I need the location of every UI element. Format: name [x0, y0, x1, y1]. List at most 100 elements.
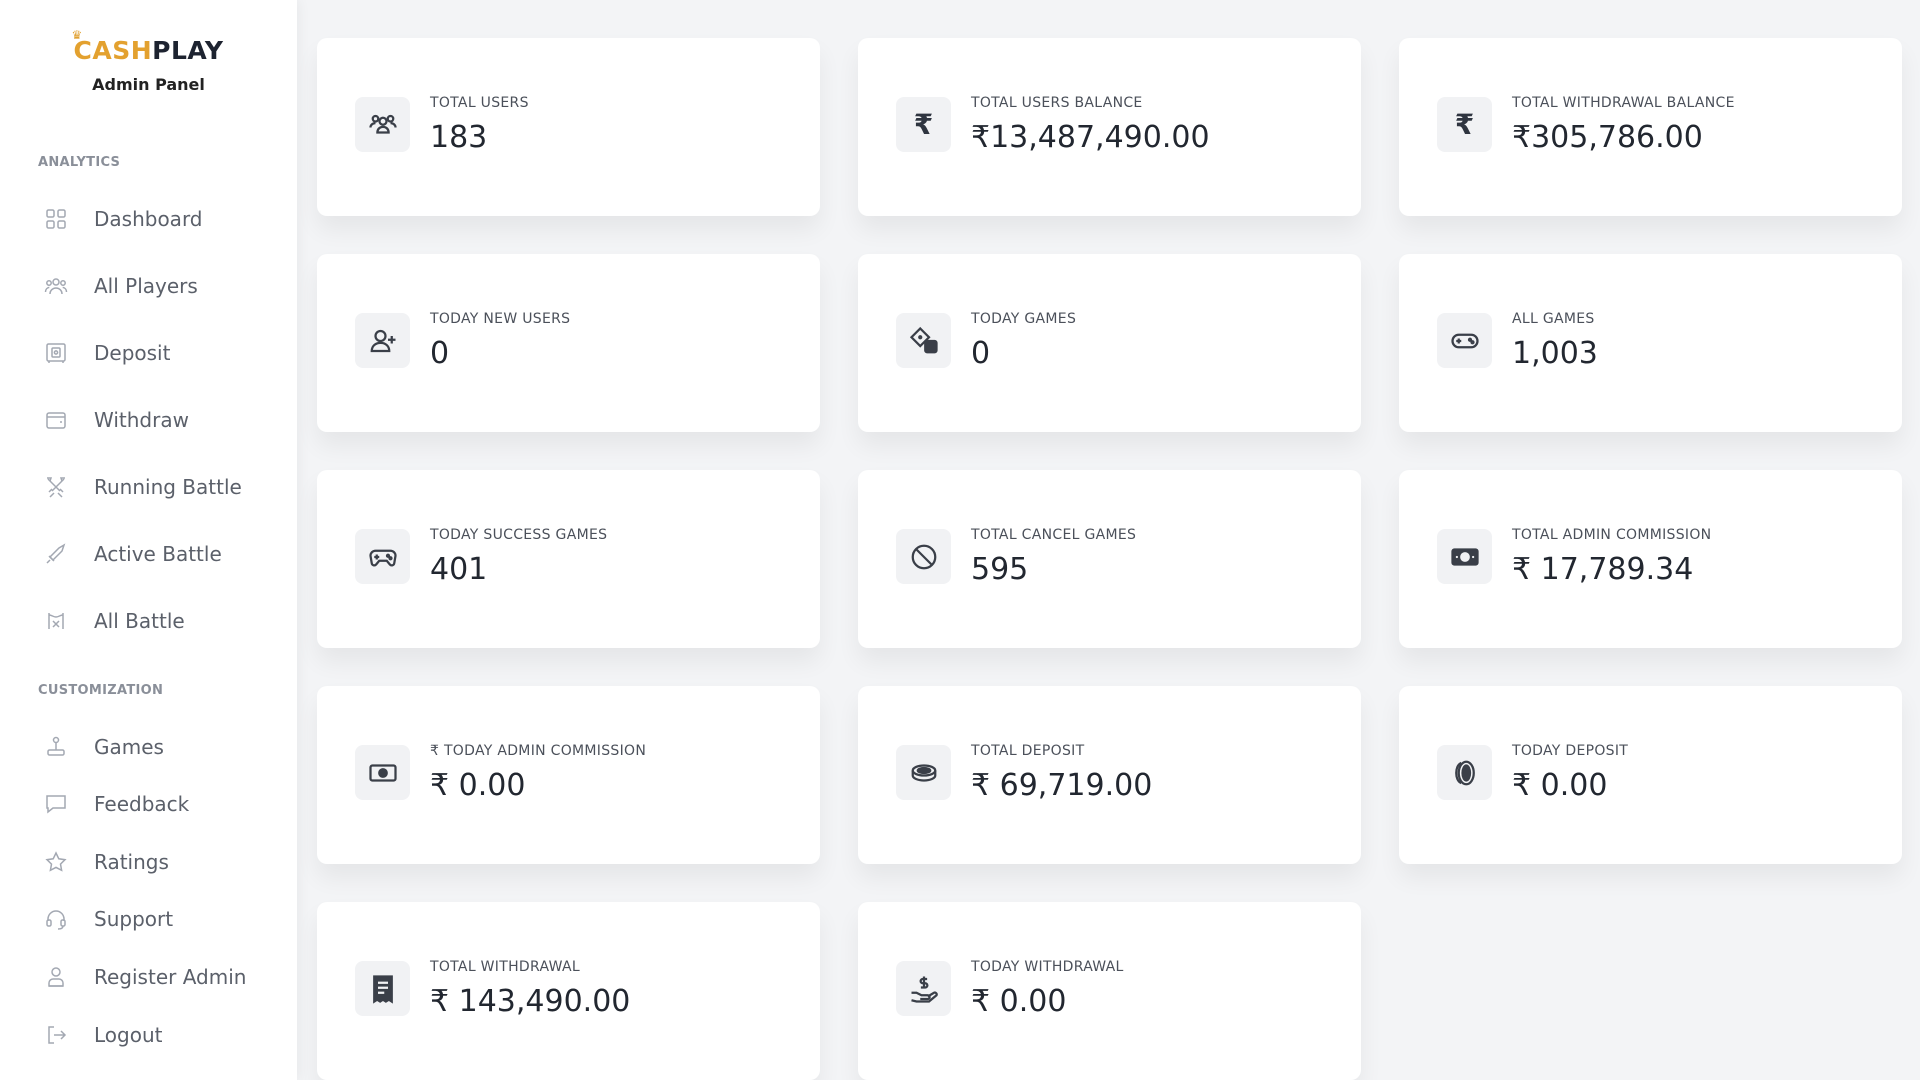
section-analytics: ANALYTICS	[38, 155, 121, 170]
stat-label: TOTAL USERS BALANCE	[971, 95, 1143, 111]
cashplay-logo[interactable]: ♛ CASHPLAY	[72, 28, 224, 65]
brand: ♛ CASHPLAY Admin Panel	[0, 0, 297, 94]
wallet-icon	[42, 406, 70, 434]
sidebar-item-ratings[interactable]: Ratings	[42, 842, 282, 882]
sidebar-item-label: Support	[94, 907, 174, 931]
headset-icon	[42, 905, 70, 933]
sidebar-item-withdraw[interactable]: Withdraw	[42, 400, 282, 440]
cash-icon	[1437, 529, 1492, 584]
stat-value: ₹13,487,490.00	[971, 120, 1210, 155]
sidebar-item-label: All Battle	[94, 609, 185, 633]
stat-value: ₹305,786.00	[1512, 120, 1703, 155]
grid-icon	[42, 205, 70, 233]
coin-icon	[1437, 745, 1492, 800]
stat-label: TOTAL ADMIN COMMISSION	[1512, 527, 1712, 543]
stat-card-today-success-games[interactable]: TODAY SUCCESS GAMES 401	[317, 470, 820, 648]
stat-label: TODAY NEW USERS	[430, 311, 571, 327]
stat-label: TOTAL WITHDRAWAL BALANCE	[1512, 95, 1735, 111]
joystick-icon	[42, 733, 70, 761]
stat-card-today-withdrawal[interactable]: TODAY WITHDRAWAL ₹ 0.00	[858, 902, 1361, 1080]
stat-card-today-admin-commission[interactable]: ₹ TODAY ADMIN COMMISSION ₹ 0.00	[317, 686, 820, 864]
stat-label: TODAY DEPOSIT	[1512, 743, 1629, 759]
stat-card-total-withdrawal-balance[interactable]: ₹ TOTAL WITHDRAWAL BALANCE ₹305,786.00	[1399, 38, 1902, 216]
stat-value: ₹ 17,789.34	[1512, 552, 1694, 587]
user-plus-icon	[355, 313, 410, 368]
dice-icon	[896, 313, 951, 368]
logo-cash: CASH	[73, 36, 153, 65]
stat-value: 0	[430, 336, 450, 371]
cash-outline-icon	[355, 745, 410, 800]
stat-label: TODAY WITHDRAWAL	[971, 959, 1124, 975]
section-customization: CUSTOMIZATION	[38, 683, 164, 698]
stat-value: ₹ 143,490.00	[430, 984, 631, 1019]
swords-icon	[42, 473, 70, 501]
controller-icon	[355, 529, 410, 584]
stat-value: 595	[971, 552, 1029, 587]
crown-icon: ♛	[71, 28, 83, 42]
battle-icon	[42, 607, 70, 635]
gamepad-icon	[1437, 313, 1492, 368]
stat-card-total-withdrawal[interactable]: TOTAL WITHDRAWAL ₹ 143,490.00	[317, 902, 820, 1080]
sidebar-item-feedback[interactable]: Feedback	[42, 784, 282, 824]
stat-value: ₹ 0.00	[430, 768, 526, 803]
logo-play: PLAY	[152, 36, 224, 65]
sidebar-item-label: Deposit	[94, 341, 171, 365]
stat-label: ALL GAMES	[1512, 311, 1595, 327]
sidebar: ♛ CASHPLAY Admin Panel ANALYTICS Dashboar…	[0, 0, 297, 1080]
stat-card-total-deposit[interactable]: TOTAL DEPOSIT ₹ 69,719.00	[858, 686, 1361, 864]
receipt-icon	[355, 961, 410, 1016]
star-icon	[42, 848, 70, 876]
safe-icon	[42, 339, 70, 367]
logout-icon	[42, 1021, 70, 1049]
stat-label: TODAY GAMES	[971, 311, 1077, 327]
stat-value: 0	[971, 336, 991, 371]
stat-value: 1,003	[1512, 336, 1598, 371]
sidebar-item-label: Ratings	[94, 850, 169, 874]
sidebar-item-support[interactable]: Support	[42, 899, 282, 939]
stat-value: ₹ 69,719.00	[971, 768, 1153, 803]
coins-icon	[896, 745, 951, 800]
stat-card-all-games[interactable]: ALL GAMES 1,003	[1399, 254, 1902, 432]
sidebar-item-label: All Players	[94, 274, 198, 298]
stat-label: TODAY SUCCESS GAMES	[430, 527, 608, 543]
sidebar-item-running-battle[interactable]: Running Battle	[42, 467, 282, 507]
sidebar-item-label: Dashboard	[94, 207, 203, 231]
sidebar-item-deposit[interactable]: Deposit	[42, 333, 282, 373]
sidebar-item-label: Feedback	[94, 792, 190, 816]
sidebar-item-games[interactable]: Games	[42, 727, 282, 767]
admin-panel-title: Admin Panel	[92, 75, 205, 94]
users-group-icon	[355, 97, 410, 152]
hand-dollar-icon	[896, 961, 951, 1016]
admin-icon	[42, 963, 70, 991]
stat-value: 183	[430, 120, 488, 155]
sidebar-item-label: Games	[94, 735, 164, 759]
sidebar-item-register-admin[interactable]: Register Admin	[42, 957, 282, 997]
stat-card-total-cancel-games[interactable]: TOTAL CANCEL GAMES 595	[858, 470, 1361, 648]
stat-value: ₹ 0.00	[971, 984, 1067, 1019]
rupee-glyph: ₹	[1454, 108, 1475, 141]
sidebar-item-all-players[interactable]: All Players	[42, 266, 282, 306]
rupee-icon: ₹	[1437, 97, 1492, 152]
stat-card-total-users[interactable]: TOTAL USERS 183	[317, 38, 820, 216]
stat-label: TOTAL USERS	[430, 95, 529, 111]
stat-label: TOTAL DEPOSIT	[971, 743, 1085, 759]
stat-card-today-games[interactable]: TODAY GAMES 0	[858, 254, 1361, 432]
stat-card-total-admin-commission[interactable]: TOTAL ADMIN COMMISSION ₹ 17,789.34	[1399, 470, 1902, 648]
sidebar-item-active-battle[interactable]: Active Battle	[42, 534, 282, 574]
stat-card-today-new-users[interactable]: TODAY NEW USERS 0	[317, 254, 820, 432]
sidebar-item-label: Running Battle	[94, 475, 242, 499]
stat-value: ₹ 0.00	[1512, 768, 1608, 803]
sidebar-item-dashboard[interactable]: Dashboard	[42, 199, 282, 239]
rupee-glyph: ₹	[913, 108, 934, 141]
rupee-icon: ₹	[896, 97, 951, 152]
sidebar-item-logout[interactable]: Logout	[42, 1015, 282, 1055]
sidebar-item-label: Active Battle	[94, 542, 222, 566]
message-icon	[42, 790, 70, 818]
stat-card-total-users-balance[interactable]: ₹ TOTAL USERS BALANCE ₹13,487,490.00	[858, 38, 1361, 216]
stat-value: 401	[430, 552, 488, 587]
users-icon	[42, 272, 70, 300]
sidebar-item-all-battle[interactable]: All Battle	[42, 601, 282, 641]
stat-card-today-deposit[interactable]: TODAY DEPOSIT ₹ 0.00	[1399, 686, 1902, 864]
stat-label: TOTAL WITHDRAWAL	[430, 959, 580, 975]
sidebar-item-label: Register Admin	[94, 965, 247, 989]
